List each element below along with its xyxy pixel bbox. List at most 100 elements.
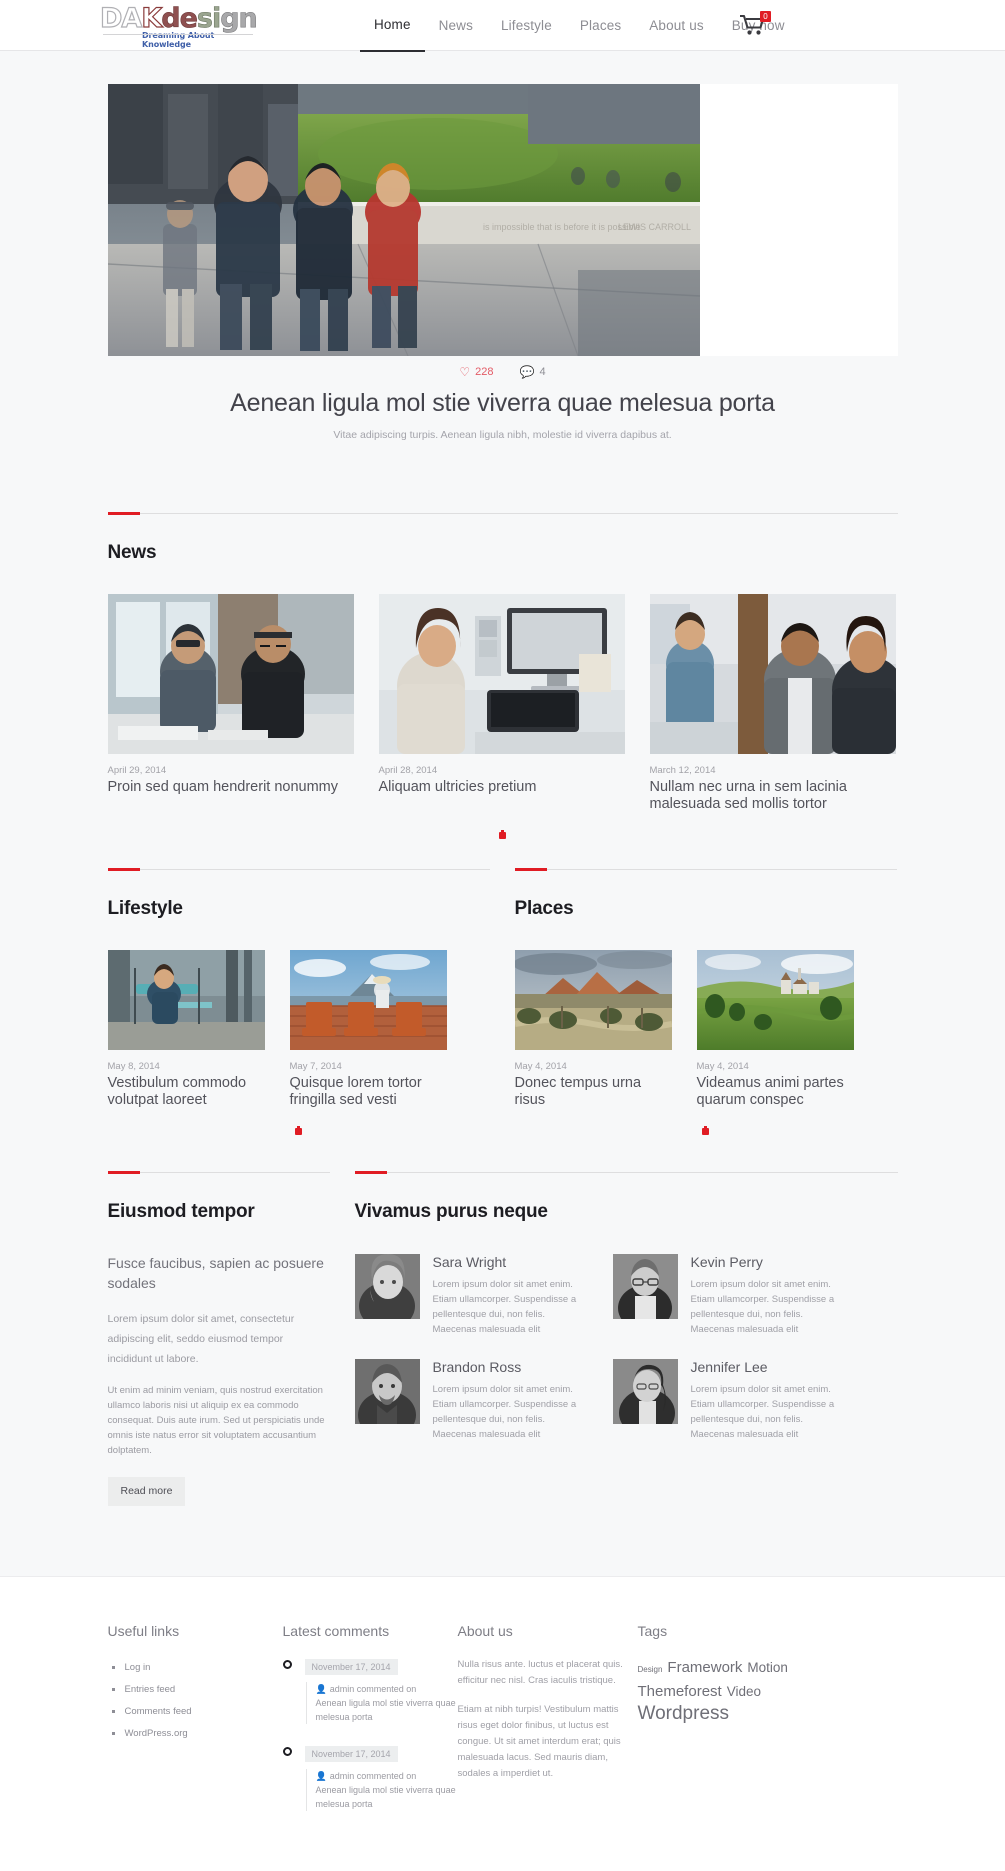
- timeline-bullet-icon: [282, 1747, 292, 1756]
- hero-like-meta[interactable]: ♡ 228: [459, 366, 493, 378]
- news-grid: April 29, 2014 Proin sed quam hendrerit …: [107, 594, 898, 813]
- person-card[interactable]: Brandon Ross Lorem ipsum dolor sit amet …: [354, 1359, 585, 1442]
- avatar: [354, 1254, 420, 1319]
- news-card-title[interactable]: Nullam nec urna in sem lacinia malesuada…: [650, 779, 896, 813]
- site-logo[interactable]: DAKdesign Dreaming About Knowledge: [99, 3, 260, 49]
- avatar: [612, 1359, 678, 1424]
- nav-item-lifestyle[interactable]: Lifestyle: [487, 0, 566, 51]
- places-card-date: May 4, 2014: [514, 1061, 567, 1072]
- nav-item-home[interactable]: Home: [360, 0, 425, 52]
- person-bio: Lorem ipsum dolor sit amet enim. Etiam u…: [690, 1384, 835, 1440]
- person-name[interactable]: Kevin Perry: [691, 1254, 843, 1270]
- person-info: Kevin Perry Lorem ipsum dolor sit amet e…: [691, 1254, 843, 1337]
- heart-icon: ♡: [459, 365, 471, 379]
- vivamus-column: Vivamus purus neque Sara Wright Lorem ip…: [354, 1171, 898, 1506]
- footer-comment-line-1: 👤 admin commented on: [316, 1769, 458, 1783]
- footer-tags: Tags Design Framework Motion Themeforest Vid…: [638, 1623, 838, 1831]
- places-card[interactable]: May 4, 2014 Donec tempus urna risus: [514, 950, 672, 1109]
- nav-item-about-us[interactable]: About us: [635, 0, 718, 51]
- lifestyle-grid: May 8, 2014 Vestibulum commodo volutpat …: [107, 950, 490, 1109]
- lifestyle-photo-deck-chairs-lake: [289, 950, 447, 1050]
- logo-letter-k: K: [141, 3, 163, 34]
- footer-comment-author[interactable]: admin: [330, 1771, 355, 1781]
- footer-link-comments-feed[interactable]: Comments feed: [108, 1701, 283, 1723]
- news-card-title[interactable]: Aliquam ultricies pretium: [379, 779, 625, 796]
- places-card[interactable]: May 4, 2014 Videamus animi partes quarum…: [696, 950, 854, 1109]
- tag-wordpress[interactable]: Wordpress: [638, 1703, 730, 1725]
- person-name[interactable]: Sara Wright: [433, 1254, 585, 1270]
- person-name[interactable]: Brandon Ross: [433, 1359, 585, 1375]
- news-card[interactable]: April 28, 2014 Aliquam ultricies pretium: [378, 594, 625, 813]
- hero-comment-meta[interactable]: 💬 4: [520, 366, 546, 378]
- lifestyle-card[interactable]: May 8, 2014 Vestibulum commodo volutpat …: [107, 950, 265, 1109]
- footer-comment-action: commented on: [356, 1771, 417, 1781]
- footer-about-paragraph-1: Nulla risus ante. luctus et placerat qui…: [457, 1659, 623, 1686]
- hero-meta: ♡ 228 💬 4: [108, 366, 898, 378]
- lifestyle-card-title[interactable]: Vestibulum commodo volutpat laoreet: [108, 1075, 265, 1109]
- news-card[interactable]: April 29, 2014 Proin sed quam hendrerit …: [107, 594, 354, 813]
- hero-figure[interactable]: is impossible that is before it is possi…: [107, 84, 898, 356]
- footer-comment-body: 👤 admin commented on Aenean ligula mol st…: [305, 1682, 458, 1724]
- eiusmod-paragraph-1: Lorem ipsum dolor sit amet, consectetur …: [107, 1313, 295, 1365]
- news-photo-two-men-desk: [107, 594, 354, 754]
- logo-letters-si: si: [196, 3, 222, 34]
- lifestyle-card[interactable]: May 7, 2014 Quisque lorem tortor fringil…: [289, 950, 447, 1109]
- news-section-divider-marker: [499, 830, 506, 839]
- site-header: DAKdesign Dreaming About Knowledge Home …: [0, 0, 1005, 52]
- footer-link-login[interactable]: Log in: [108, 1657, 283, 1679]
- tag-design[interactable]: Design: [638, 1659, 663, 1681]
- footer-comment-author[interactable]: admin: [330, 1684, 355, 1694]
- places-thumbnail: [514, 950, 672, 1050]
- places-grid: May 4, 2014 Donec tempus urna risus May …: [514, 950, 897, 1109]
- tag-video[interactable]: Video: [727, 1681, 761, 1703]
- lifestyle-section-title: Lifestyle: [107, 898, 183, 919]
- avatar-photo-kevin-perry: [612, 1254, 678, 1319]
- lifestyle-card-title[interactable]: Quisque lorem tortor fringilla sed vesti: [290, 1075, 447, 1109]
- lifestyle-section-divider-marker: [295, 1126, 302, 1135]
- footer-comment-post[interactable]: Aenean ligula mol stie viverra quae mele…: [316, 1696, 458, 1724]
- hero-title[interactable]: Aenean ligula mol stie viverra quae mele…: [108, 389, 898, 418]
- news-card-date: April 28, 2014: [378, 765, 438, 776]
- news-thumbnail: [649, 594, 896, 754]
- news-card-title[interactable]: Proin sed quam hendrerit nonummy: [108, 779, 354, 796]
- comment-bubble-icon: 💬: [519, 365, 535, 379]
- footer-latest-comments: Latest comments November 17, 2014 👤 admin…: [282, 1623, 458, 1831]
- footer-comment-item: November 17, 2014 👤 admin commented on Ae…: [282, 1657, 458, 1724]
- logo-letters-de: de: [161, 3, 198, 34]
- footer-comment-post[interactable]: Aenean ligula mol stie viverra quae mele…: [316, 1783, 458, 1811]
- person-card[interactable]: Kevin Perry Lorem ipsum dolor sit amet e…: [612, 1254, 843, 1337]
- avatar-photo-sara-wright: [354, 1254, 420, 1319]
- tag-motion[interactable]: Motion: [747, 1657, 788, 1679]
- person-card[interactable]: Sara Wright Lorem ipsum dolor sit amet e…: [354, 1254, 585, 1337]
- footer-useful-links-title: Useful links: [107, 1623, 180, 1639]
- person-name[interactable]: Jennifer Lee: [691, 1359, 843, 1375]
- eiusmod-section-title: Eiusmod tempor: [107, 1201, 255, 1222]
- logo-letter-a: A: [121, 3, 143, 34]
- read-more-button[interactable]: Read more: [107, 1477, 186, 1506]
- footer-link-entries-feed[interactable]: Entries feed: [108, 1679, 283, 1701]
- hero-comment-count: 4: [539, 366, 546, 378]
- news-card-date: April 29, 2014: [107, 765, 167, 776]
- timeline-bullet-icon: [282, 1660, 292, 1669]
- lifestyle-thumbnail: [289, 950, 447, 1050]
- lifestyle-thumbnail: [107, 950, 265, 1050]
- person-bio: Lorem ipsum dolor sit amet enim. Etiam u…: [690, 1279, 835, 1335]
- cart-button[interactable]: 0: [740, 11, 778, 40]
- nav-item-places[interactable]: Places: [566, 0, 635, 51]
- lifestyle-column: Lifestyle May 8, 2014 Vestibulum commodo…: [107, 868, 490, 1135]
- nav-item-news[interactable]: News: [425, 0, 487, 51]
- user-icon: 👤: [315, 1684, 327, 1694]
- person-card[interactable]: Jennifer Lee Lorem ipsum dolor sit amet …: [612, 1359, 843, 1442]
- footer-link-wordpress-org[interactable]: WordPress.org: [108, 1723, 283, 1745]
- places-card-title[interactable]: Videamus animi partes quarum conspec: [697, 1075, 854, 1109]
- news-card[interactable]: March 12, 2014 Nullam nec urna in sem la…: [649, 594, 896, 813]
- avatar: [354, 1359, 420, 1424]
- tag-framework[interactable]: Framework: [667, 1657, 742, 1679]
- footer-comment-date: November 17, 2014: [304, 1746, 398, 1762]
- hero-image: is impossible that is before it is possi…: [107, 84, 700, 356]
- places-card-title[interactable]: Donec tempus urna risus: [515, 1075, 672, 1109]
- tag-themeforest[interactable]: Themeforest: [638, 1681, 722, 1703]
- footer-tag-cloud: Design Framework Motion Themeforest VideoWor…: [638, 1657, 838, 1726]
- bottom-section: Eiusmod tempor Fusce faucibus, sapien ac…: [107, 1171, 898, 1506]
- user-icon: 👤: [315, 1771, 327, 1781]
